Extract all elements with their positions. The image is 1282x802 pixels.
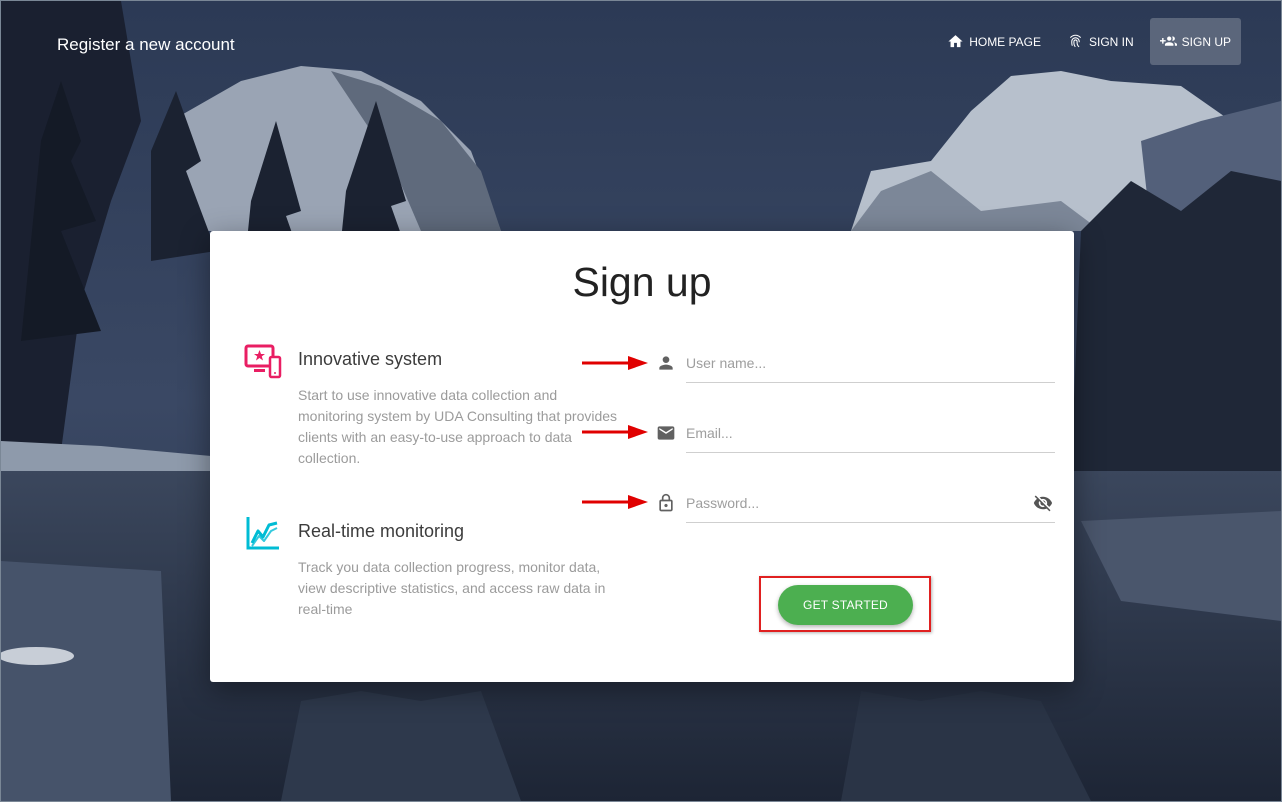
username-field [650, 343, 1055, 383]
annotation-arrow [582, 495, 648, 509]
username-input[interactable] [686, 351, 1027, 375]
feature-title: Real-time monitoring [298, 521, 465, 541]
timeline-chart-icon [246, 517, 279, 550]
password-field [650, 483, 1055, 523]
signup-card: Sign up Innovative system Start to use i… [210, 231, 1074, 682]
feature-description: Start to use innovative data collection … [298, 387, 618, 466]
password-input[interactable] [686, 491, 1027, 515]
nav-sign-in[interactable]: SIGN IN [1057, 18, 1144, 65]
nav-home-page[interactable]: HOME PAGE [937, 18, 1051, 65]
nav-sign-up[interactable]: SIGN UP [1149, 18, 1241, 65]
person-icon [659, 356, 673, 370]
email-field [650, 413, 1055, 453]
annotation-highlight-box: GET STARTED [759, 576, 931, 632]
annotation-arrow [582, 356, 648, 370]
page-title: Register a new account [57, 35, 235, 54]
visibility-off-icon[interactable] [1033, 493, 1053, 513]
home-icon [948, 35, 963, 48]
input-underline [686, 382, 1055, 383]
input-underline [686, 522, 1055, 523]
email-input[interactable] [686, 421, 1027, 445]
fingerprint-icon [1069, 34, 1082, 48]
annotation-arrow [582, 425, 648, 439]
feature-title: Innovative system [298, 349, 443, 369]
feature-description: Track you data collection progress, moni… [298, 559, 606, 617]
page-frame: Register a new account HOME PAGE SIGN IN… [0, 0, 1282, 802]
top-nav: HOME PAGE SIGN IN SIGN UP [937, 18, 1241, 65]
group-add-icon [1159, 36, 1177, 46]
nav-sign-up-label: SIGN UP [1181, 34, 1231, 49]
mail-icon [657, 426, 675, 440]
card-title: Sign up [572, 259, 712, 305]
input-underline [686, 452, 1055, 453]
get-started-button[interactable]: GET STARTED [778, 585, 913, 625]
devices-icon [244, 344, 282, 379]
nav-home-page-label: HOME PAGE [969, 34, 1041, 49]
lock-icon [659, 493, 673, 512]
nav-sign-in-label: SIGN IN [1088, 34, 1134, 49]
